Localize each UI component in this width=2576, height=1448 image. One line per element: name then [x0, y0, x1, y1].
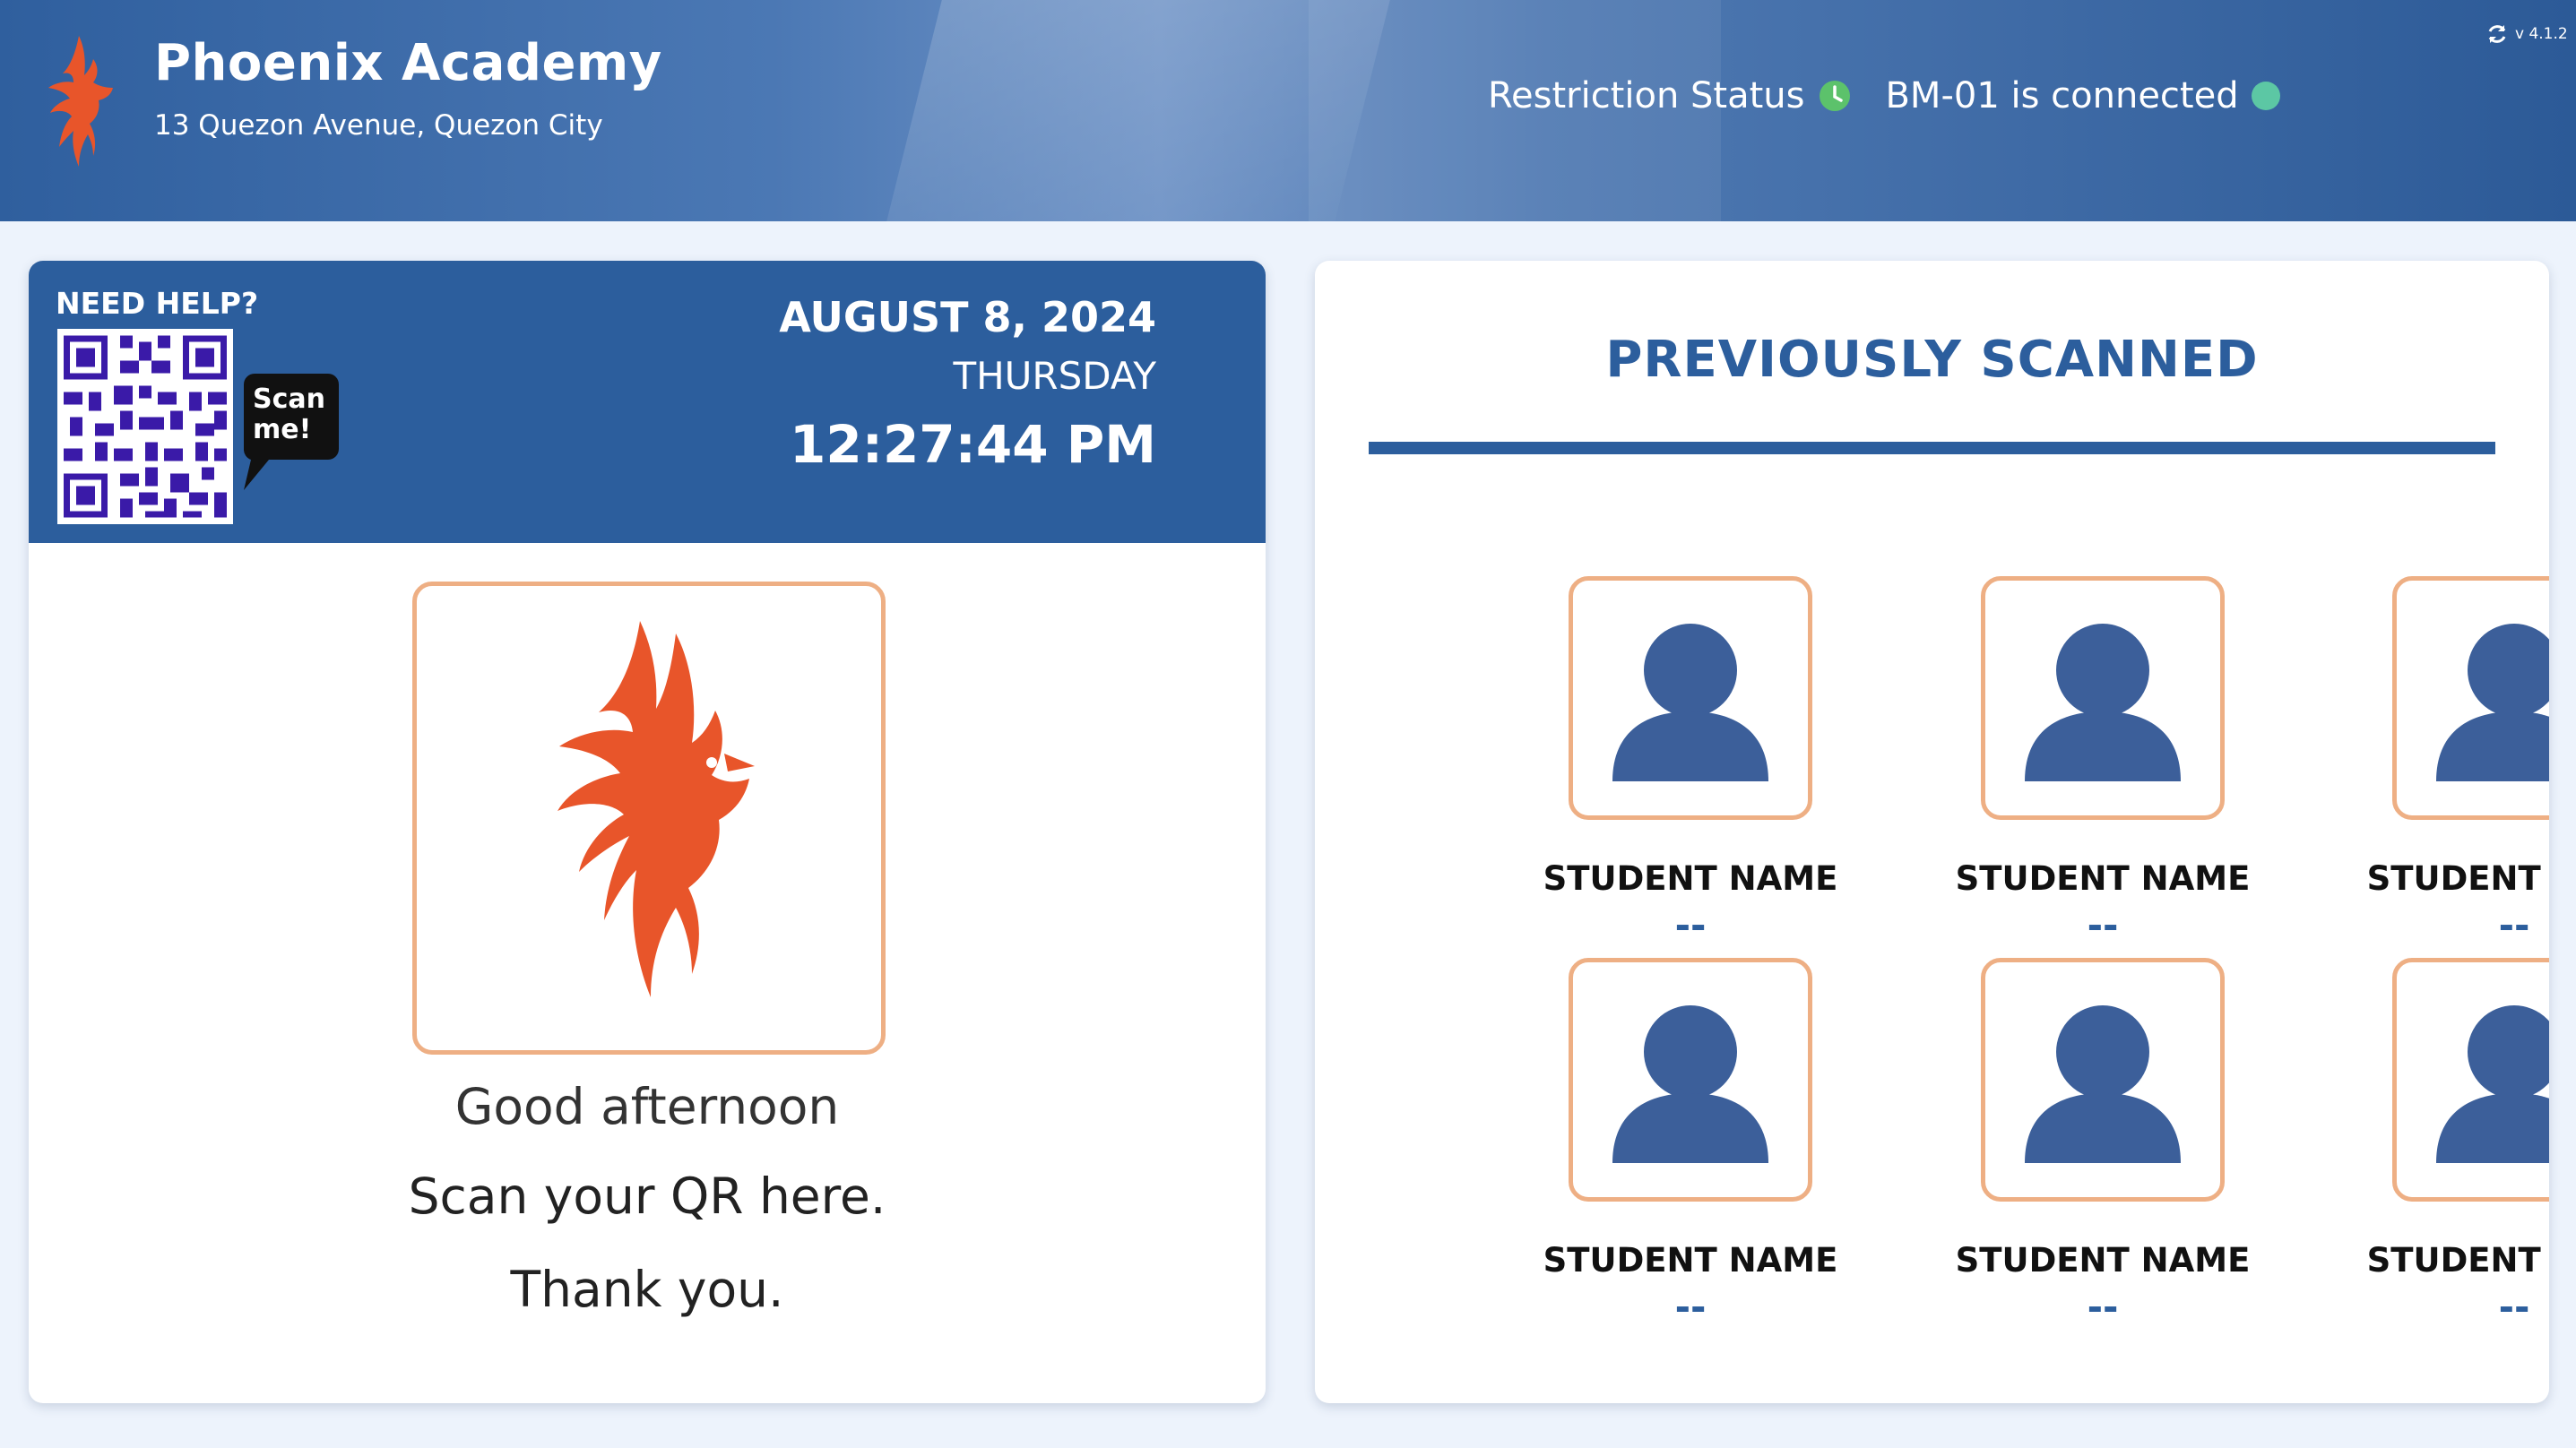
current-day: THURSDAY	[953, 354, 1156, 398]
student-photo-frame	[1569, 958, 1812, 1202]
student-slot: STUDENT NAME --	[2344, 958, 2549, 1326]
avatar-placeholder-icon	[1612, 624, 1768, 781]
avatar-placeholder-icon	[2025, 624, 2181, 781]
scanner-card: NEED HELP? Scan me! AUGUST 8, 2024 THURS…	[29, 261, 1266, 1403]
student-photo-frame	[2392, 958, 2549, 1202]
info-bar: NEED HELP? Scan me! AUGUST 8, 2024 THURS…	[29, 261, 1266, 543]
student-photo-frame	[1981, 958, 2225, 1202]
student-detail: --	[2498, 1285, 2530, 1329]
student-name: STUDENT NAME	[1955, 1241, 2251, 1280]
student-photo-frame	[1981, 576, 2225, 820]
phoenix-logo-icon	[558, 621, 755, 997]
clock-icon[interactable]	[1819, 80, 1851, 112]
student-name: STUDENT NAME	[1543, 859, 1838, 898]
title-divider	[1369, 442, 2495, 454]
current-date: AUGUST 8, 2024	[779, 293, 1156, 341]
greeting-text: Good afternoon	[454, 1078, 840, 1135]
school-address: 13 Quezon Avenue, Quezon City	[154, 109, 603, 142]
student-slot: STUDENT NAME --	[2344, 576, 2549, 944]
restriction-status-label: Restriction Status	[1488, 75, 1805, 116]
student-name: STUDENT NAME	[2366, 1241, 2549, 1280]
student-name: STUDENT NAME	[1543, 1241, 1838, 1280]
current-time: 12:27:44 PM	[790, 414, 1156, 475]
student-detail: --	[2498, 903, 2530, 947]
student-name: STUDENT NAME	[1955, 859, 2251, 898]
student-slot: STUDENT NAME --	[1932, 576, 2273, 944]
avatar-placeholder-icon	[1612, 1005, 1768, 1163]
status-dot-icon	[2251, 82, 2280, 110]
student-detail: --	[1674, 1285, 1707, 1329]
thank-you-text: Thank you.	[510, 1261, 784, 1318]
student-detail: --	[2087, 903, 2119, 947]
scan-instruction: Scan your QR here.	[408, 1168, 886, 1225]
school-name: Phoenix Academy	[154, 34, 662, 92]
student-photo-frame	[1569, 576, 1812, 820]
scan-logo-frame	[412, 582, 886, 1055]
avatar-placeholder-icon	[2436, 624, 2549, 781]
sync-icon[interactable]	[2486, 23, 2508, 45]
student-detail: --	[1674, 903, 1707, 947]
status-bar: Restriction Status BM-01 is connected	[1488, 75, 2280, 116]
student-slot: STUDENT NAME --	[1520, 576, 1861, 944]
help-qr-code[interactable]	[57, 329, 233, 524]
student-slot: STUDENT NAME --	[1932, 958, 2273, 1326]
date-time-block: AUGUST 8, 2024 THURSDAY 12:27:44 PM	[779, 293, 1156, 475]
phoenix-logo-icon	[48, 36, 113, 167]
version-indicator[interactable]: v 4.1.2	[2486, 23, 2568, 45]
avatar-placeholder-icon	[2025, 1005, 2181, 1163]
student-photo-frame	[2392, 576, 2549, 820]
app-header: Phoenix Academy 13 Quezon Avenue, Quezon…	[0, 0, 2576, 221]
previously-scanned-title: PREVIOUSLY SCANNED	[1605, 331, 2259, 389]
qr-code-icon	[57, 329, 233, 524]
student-slot: STUDENT NAME --	[1520, 958, 1861, 1326]
student-name: STUDENT NAME	[2366, 859, 2549, 898]
need-help-label: NEED HELP?	[56, 286, 259, 321]
previously-scanned-card: PREVIOUSLY SCANNED STUDENT NAME -- STUDE…	[1315, 261, 2549, 1403]
connection-status: BM-01 is connected	[1885, 75, 2239, 116]
student-detail: --	[2087, 1285, 2119, 1329]
scan-me-bubble-icon: Scan me!	[243, 374, 339, 494]
version-label: v 4.1.2	[2515, 25, 2568, 43]
avatar-placeholder-icon	[2436, 1005, 2549, 1163]
scan-me-label: Scan me!	[253, 384, 325, 445]
